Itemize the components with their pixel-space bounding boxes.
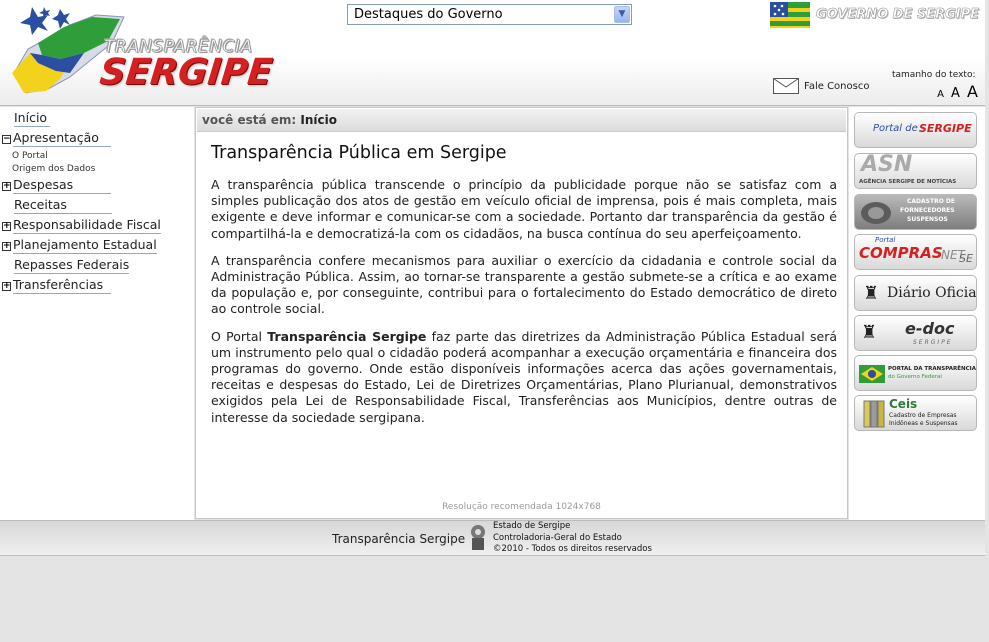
banner-text: Ceis — [889, 397, 918, 411]
collapse-icon[interactable]: − — [2, 135, 11, 144]
nav-item-receitas[interactable]: Receitas — [14, 197, 112, 215]
nav-item-repasses-federais[interactable]: Repasses Federais — [14, 257, 130, 275]
expand-icon[interactable]: + — [2, 282, 11, 291]
brazil-flag-icon — [859, 365, 885, 383]
sergipe-flag-icon[interactable] — [770, 2, 810, 28]
banner-text: SE — [959, 252, 973, 265]
nav-item-label: Transferências — [13, 277, 111, 294]
nav-item-label: Despesas — [13, 177, 111, 194]
destaques-dropdown[interactable]: Destaques do Governo ▼ — [347, 4, 632, 25]
main-content-panel: você está em: Início Transparência Públi… — [195, 107, 848, 519]
banner-text: Inidôneas e Suspensas — [889, 420, 958, 427]
expand-icon[interactable]: + — [2, 242, 11, 251]
site-header: TRANSPARÊNCIA SERGIPE Destaques do Gover… — [0, 0, 985, 106]
seal-icon: ♜ — [861, 322, 878, 343]
envelope-icon — [773, 78, 799, 94]
font-size-small-button[interactable]: A — [937, 89, 944, 100]
paragraph-3-bold: Transparência Sergipe — [267, 328, 427, 344]
portal-transparencia-federal-banner[interactable]: PORTAL DA TRANSPARÊNCIA do Governo Feder… — [854, 355, 977, 391]
page-title: Transparência Pública em Sergipe — [211, 143, 507, 163]
logo-title-big: SERGIPE — [97, 52, 275, 93]
banner-text: Portal de — [873, 123, 918, 134]
left-navigation: Início − Apresentação O Portal Origem dos… — [0, 107, 194, 520]
banner-text: Diário Oficial — [887, 285, 977, 301]
banner-text: SERGIPE — [919, 122, 972, 135]
paragraph-1: A transparência pública transcende o pri… — [211, 177, 837, 241]
breadcrumb-label: você está em: — [202, 113, 297, 127]
state-seal-icon — [466, 522, 490, 554]
chevron-down-icon[interactable]: ▼ — [614, 6, 630, 23]
destaques-selected-value: Destaques do Governo — [354, 7, 503, 22]
banner-text: Portal — [875, 236, 896, 244]
banner-text: AGÊNCIA SERGIPE DE NOTÍCIAS — [859, 179, 957, 185]
nav-item-label: Apresentação — [13, 130, 111, 147]
banner-text: FORNECEDORES — [900, 207, 955, 214]
footer-line-1: Estado de Sergipe — [493, 521, 571, 531]
breadcrumb-current: Início — [300, 113, 338, 127]
nav-item-apresentacao[interactable]: − Apresentação — [2, 130, 111, 148]
nav-item-label: Receitas — [14, 197, 112, 214]
nav-item-transferencias[interactable]: + Transferências — [2, 277, 111, 295]
cadastro-fornecedores-banner[interactable]: CADASTRO DE FORNECEDORES SUSPENSOS — [854, 194, 977, 230]
footer-credits: Estado de Sergipe Controladoria-Geral do… — [493, 521, 652, 556]
nav-item-label: Repasses Federais — [14, 257, 130, 274]
banner-text: SUSPENSOS — [907, 216, 948, 223]
governo-de-sergipe-label[interactable]: GOVERNO DE SERGIPE — [816, 7, 980, 23]
footer-site-name: Transparência Sergipe — [332, 532, 466, 546]
article-body: A transparência pública transcende o pri… — [211, 177, 837, 437]
folders-icon — [863, 400, 885, 428]
site-footer: Transparência Sergipe Estado de Sergipe … — [0, 520, 985, 556]
font-size-controls: tamanho do texto: A A A — [892, 70, 980, 101]
expand-icon[interactable]: + — [2, 182, 11, 191]
nav-subitem-o-portal[interactable]: O Portal — [12, 151, 48, 161]
nav-item-label: Responsabilidade Fiscal — [13, 217, 161, 234]
banner-text: do Governo Federal — [888, 374, 942, 380]
nav-item-label: Início — [14, 110, 50, 127]
nav-item-planejamento-estadual[interactable]: + Planejamento Estadual — [2, 237, 157, 255]
nav-item-inicio[interactable]: Início — [14, 110, 50, 128]
font-size-label: tamanho do texto: — [892, 70, 976, 80]
nav-item-responsabilidade-fiscal[interactable]: + Responsabilidade Fiscal — [2, 217, 161, 235]
asn-banner[interactable]: ASN AGÊNCIA SERGIPE DE NOTÍCIAS — [854, 153, 977, 189]
breadcrumb: você está em: Início — [197, 109, 846, 132]
fale-conosco-link[interactable]: Fale Conosco — [773, 78, 869, 94]
font-size-large-button[interactable]: A — [967, 82, 978, 101]
e-doc-banner[interactable]: ♜ e-doc SERGIPE — [854, 315, 977, 351]
partner-links-sidebar: Portal de SERGIPE ASN AGÊNCIA SERGIPE DE… — [849, 107, 985, 520]
footer-line-3: ©2010 - Todos os direitos reservados — [493, 544, 652, 554]
expand-icon[interactable]: + — [2, 222, 11, 231]
diario-oficial-banner[interactable]: ♜ Diário Oficial — [854, 275, 977, 311]
binder-icon — [861, 202, 891, 224]
footer-line-2: Controladoria-Geral do Estado — [493, 532, 622, 543]
paragraph-3-start: O Portal — [211, 328, 268, 344]
paragraph-3: O Portal Transparência Sergipe faz parte… — [211, 329, 837, 426]
paragraph-2: A transparência confere mecanismos para … — [211, 252, 837, 317]
nav-item-despesas[interactable]: + Despesas — [2, 177, 111, 195]
nav-subitem-origem-dos-dados[interactable]: Origem dos Dados — [12, 164, 95, 174]
banner-text: SERGIPE — [913, 339, 953, 346]
banner-text: e-doc — [905, 319, 955, 338]
banner-text: PORTAL DA TRANSPARÊNCIA — [888, 366, 976, 372]
banner-text: ASN — [861, 153, 913, 177]
banner-text: Cadastro de Empresas — [889, 412, 957, 419]
compras-net-banner[interactable]: Portal COMPRAS NET SE — [854, 234, 977, 270]
font-size-medium-button[interactable]: A — [951, 86, 960, 101]
seal-icon: ♜ — [863, 283, 880, 304]
fale-conosco-label: Fale Conosco — [804, 80, 870, 92]
nav-item-label: Planejamento Estadual — [13, 237, 157, 254]
banner-text: CADASTRO DE — [907, 198, 955, 205]
banner-text: COMPRAS — [859, 244, 943, 262]
portal-de-sergipe-banner[interactable]: Portal de SERGIPE — [854, 112, 977, 148]
resolution-note: Resolução recomendada 1024x768 — [442, 502, 601, 512]
ceis-banner[interactable]: Ceis Cadastro de Empresas Inidôneas e Su… — [854, 395, 977, 431]
